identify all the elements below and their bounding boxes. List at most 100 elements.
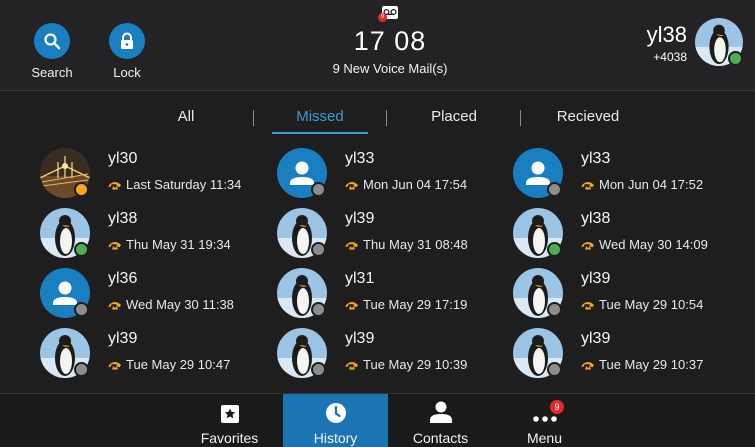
- caller-name: yl38: [581, 210, 611, 227]
- caller-name: yl39: [581, 330, 611, 347]
- account-avatar: [695, 18, 743, 68]
- account-name: yl38: [646, 22, 687, 47]
- caller-name: yl39: [345, 330, 375, 347]
- missed-call-icon: [108, 357, 126, 372]
- call-time-text: Mon Jun 04 17:52: [599, 177, 704, 192]
- caller-name: yl38: [108, 210, 138, 227]
- status-offline-icon: [311, 302, 326, 317]
- missed-call-icon: [108, 177, 126, 192]
- call-time: Last Saturday 11:34: [108, 177, 241, 192]
- menu-label: Menu: [526, 430, 563, 446]
- tab-divider: [386, 110, 387, 126]
- tab-recieved[interactable]: Recieved: [546, 108, 630, 125]
- missed-call-icon: [345, 177, 363, 192]
- call-time-text: Thu May 31 19:34: [126, 237, 231, 252]
- call-history-item[interactable]: yl38 Thu May 31 19:34: [40, 208, 270, 264]
- contacts-label: Contacts: [412, 430, 469, 446]
- call-history-item[interactable]: yl33 Mon Jun 04 17:52: [513, 148, 743, 204]
- caller-name: yl36: [108, 270, 138, 287]
- search-icon: [34, 23, 70, 59]
- voicemail-status-text[interactable]: 9 New Voice Mail(s): [300, 61, 480, 76]
- status-offline-icon: [311, 242, 326, 257]
- favorites-icon: [177, 394, 282, 424]
- tab-missed[interactable]: Missed: [272, 108, 368, 125]
- missed-call-icon: [581, 177, 599, 192]
- menu-notification-badge: 9: [550, 400, 564, 414]
- call-time-text: Wed May 30 11:38: [126, 297, 234, 312]
- status-offline-icon: [547, 302, 562, 317]
- call-time: Tue May 29 10:37: [581, 357, 703, 372]
- call-time-text: Wed May 30 14:09: [599, 237, 708, 252]
- lock-button[interactable]: Lock: [97, 23, 157, 80]
- call-history-item[interactable]: yl30 Last Saturday 11:34: [40, 148, 270, 204]
- call-time-text: Tue May 29 10:47: [126, 357, 231, 372]
- call-history-item[interactable]: yl38 Wed May 30 14:09: [513, 208, 743, 264]
- tab-all[interactable]: All: [150, 108, 222, 125]
- status-header: Search Lock 9 17 08 9 New Voice Mail(s) …: [0, 0, 755, 91]
- nav-menu[interactable]: 9 Menu: [492, 394, 597, 447]
- call-time: Tue May 29 10:39: [345, 357, 467, 372]
- caller-name: yl39: [345, 210, 375, 227]
- status-away-icon: [74, 182, 89, 197]
- call-history-item[interactable]: yl33 Mon Jun 04 17:54: [277, 148, 507, 204]
- status-offline-icon: [547, 182, 562, 197]
- call-time: Tue May 29 17:19: [345, 297, 467, 312]
- call-time: Wed May 30 11:38: [108, 297, 234, 312]
- call-time-text: Mon Jun 04 17:54: [363, 177, 468, 192]
- caller-name: yl30: [108, 150, 138, 167]
- caller-name: yl33: [581, 150, 611, 167]
- caller-name: yl31: [345, 270, 375, 287]
- status-online-icon: [728, 51, 743, 66]
- nav-history[interactable]: History: [283, 394, 388, 447]
- call-history-item[interactable]: yl39 Tue May 29 10:37: [513, 328, 743, 384]
- nav-favorites[interactable]: Favorites: [177, 394, 282, 447]
- caller-name: yl39: [581, 270, 611, 287]
- status-online-icon: [547, 242, 562, 257]
- call-time: Thu May 31 08:48: [345, 237, 468, 252]
- clock-area: 9 17 08 9 New Voice Mail(s): [300, 6, 480, 76]
- lock-icon: [109, 23, 145, 59]
- missed-call-icon: [581, 357, 599, 372]
- search-label: Search: [31, 65, 73, 80]
- nav-contacts[interactable]: Contacts: [388, 394, 493, 447]
- call-time: Tue May 29 10:47: [108, 357, 230, 372]
- voicemail-icon[interactable]: 9: [378, 6, 398, 22]
- clock-time: 17 08: [353, 26, 427, 56]
- lock-label: Lock: [113, 65, 141, 80]
- history-label: History: [313, 430, 358, 446]
- call-time-text: Last Saturday 11:34: [126, 177, 242, 192]
- tab-placed[interactable]: Placed: [414, 108, 494, 125]
- tab-divider: [520, 110, 521, 126]
- bottom-navigation: Favorites History Contacts 9 Menu: [0, 393, 755, 447]
- missed-call-icon: [345, 237, 363, 252]
- account-info[interactable]: yl38 +4038: [647, 18, 743, 68]
- caller-name: yl33: [345, 150, 375, 167]
- contacts-icon: [388, 394, 493, 424]
- active-tab-indicator: [272, 132, 368, 134]
- call-time: Tue May 29 10:54: [581, 297, 703, 312]
- call-history-item[interactable]: yl39 Tue May 29 10:47: [40, 328, 270, 384]
- call-time-text: Tue May 29 10:37: [599, 357, 704, 372]
- call-history-item[interactable]: yl31 Tue May 29 17:19: [277, 268, 507, 324]
- account-number: +4038: [653, 50, 687, 64]
- call-time: Thu May 31 19:34: [108, 237, 231, 252]
- call-history-item[interactable]: yl39 Thu May 31 08:48: [277, 208, 507, 264]
- status-offline-icon: [547, 362, 562, 377]
- call-history-item[interactable]: yl39 Tue May 29 10:54: [513, 268, 743, 324]
- call-history-item[interactable]: yl36 Wed May 30 11:38: [40, 268, 270, 324]
- call-time-text: Tue May 29 10:54: [599, 297, 704, 312]
- menu-dots-icon: [492, 394, 597, 424]
- status-offline-icon: [311, 362, 326, 377]
- call-time-text: Tue May 29 10:39: [363, 357, 468, 372]
- favorites-label: Favorites: [200, 430, 259, 446]
- call-time: Mon Jun 04 17:52: [581, 177, 703, 192]
- search-button[interactable]: Search: [22, 23, 82, 80]
- missed-call-icon: [581, 297, 599, 312]
- history-tabs: All Missed Placed Recieved: [0, 108, 755, 138]
- call-history-item[interactable]: yl39 Tue May 29 10:39: [277, 328, 507, 384]
- missed-call-icon: [345, 297, 363, 312]
- missed-call-icon: [581, 237, 599, 252]
- call-time-text: Tue May 29 17:19: [363, 297, 468, 312]
- call-time: Mon Jun 04 17:54: [345, 177, 467, 192]
- call-time: Wed May 30 14:09: [581, 237, 708, 252]
